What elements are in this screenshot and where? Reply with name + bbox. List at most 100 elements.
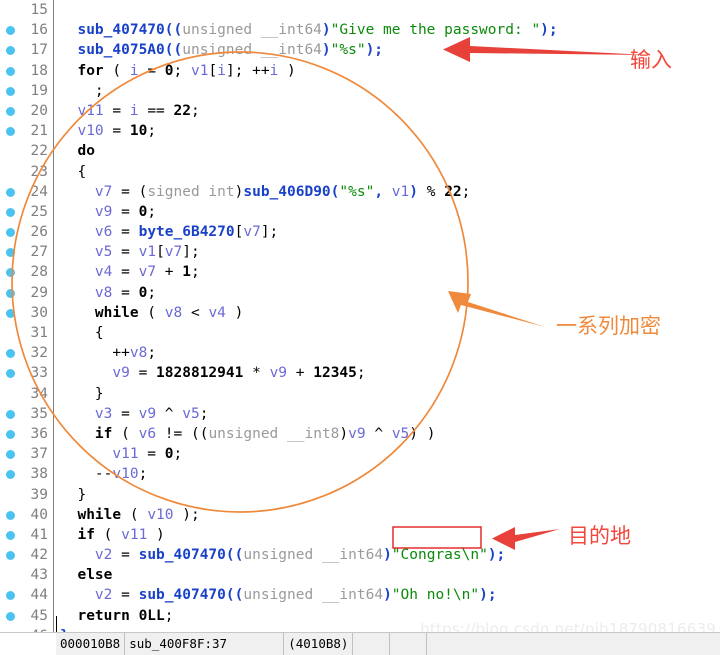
code-line[interactable]: 18 for ( i = 0; v1[i]; ++i ) bbox=[0, 61, 720, 81]
code-line[interactable]: 20 v11 = i == 22; bbox=[0, 101, 720, 121]
code-line-text: --v10; bbox=[54, 464, 147, 484]
code-line[interactable]: 38 --v10; bbox=[0, 464, 720, 484]
breakpoint-gutter-cell[interactable] bbox=[0, 404, 24, 424]
breakpoint-dot-icon[interactable] bbox=[6, 188, 15, 197]
status-address: 000010B8 bbox=[56, 633, 125, 655]
breakpoint-dot-icon[interactable] bbox=[6, 248, 15, 257]
breakpoint-dot-icon[interactable] bbox=[6, 410, 15, 419]
code-token: ) bbox=[383, 547, 392, 563]
code-token: (( bbox=[226, 547, 243, 563]
code-line[interactable]: 36 if ( v6 != ((unsigned __int8)v9 ^ v5)… bbox=[0, 424, 720, 444]
breakpoint-gutter-cell[interactable] bbox=[0, 242, 24, 262]
code-line[interactable]: 26 v6 = byte_6B4270[v7]; bbox=[0, 222, 720, 242]
code-line[interactable]: 29 v8 = 0; bbox=[0, 283, 720, 303]
breakpoint-dot-icon[interactable] bbox=[6, 268, 15, 277]
line-number: 16 bbox=[24, 20, 50, 40]
breakpoint-dot-icon[interactable] bbox=[6, 551, 15, 560]
breakpoint-dot-icon[interactable] bbox=[6, 309, 15, 318]
breakpoint-gutter-cell[interactable] bbox=[0, 606, 24, 626]
breakpoint-dot-icon[interactable] bbox=[6, 470, 15, 479]
breakpoint-gutter-cell[interactable] bbox=[0, 222, 24, 242]
breakpoint-dot-icon[interactable] bbox=[6, 208, 15, 217]
breakpoint-gutter-cell[interactable] bbox=[0, 182, 24, 202]
code-line[interactable]: 21 v10 = 10; bbox=[0, 121, 720, 141]
code-line[interactable]: 28 v4 = v7 + 1; bbox=[0, 262, 720, 282]
breakpoint-gutter-cell[interactable] bbox=[0, 0, 24, 20]
breakpoint-gutter-cell[interactable] bbox=[0, 343, 24, 363]
breakpoint-gutter-cell[interactable] bbox=[0, 585, 24, 605]
code-token: v5 bbox=[182, 406, 199, 422]
breakpoint-dot-icon[interactable] bbox=[6, 127, 15, 136]
code-line[interactable]: 44 v2 = sub_407470((unsigned __int64)"Oh… bbox=[0, 585, 720, 605]
breakpoint-dot-icon[interactable] bbox=[6, 612, 15, 621]
breakpoint-gutter-cell[interactable] bbox=[0, 363, 24, 383]
code-line[interactable]: 16 sub_407470((unsigned __int64)"Give me… bbox=[0, 20, 720, 40]
code-line[interactable]: 17 sub_4075A0((unsigned __int64)"%s"); bbox=[0, 40, 720, 60]
code-line[interactable]: 25 v9 = 0; bbox=[0, 202, 720, 222]
code-token: = bbox=[104, 123, 130, 139]
breakpoint-dot-icon[interactable] bbox=[6, 531, 15, 540]
code-token: = bbox=[112, 285, 138, 301]
code-line[interactable]: 15 bbox=[0, 0, 720, 20]
breakpoint-gutter-cell[interactable] bbox=[0, 444, 24, 464]
code-line[interactable]: 27 v5 = v1[v7]; bbox=[0, 242, 720, 262]
code-line[interactable]: 32 ++v8; bbox=[0, 343, 720, 363]
code-line[interactable]: 35 v3 = v9 ^ v5; bbox=[0, 404, 720, 424]
code-line[interactable]: 23 { bbox=[0, 162, 720, 182]
breakpoint-gutter-cell[interactable] bbox=[0, 202, 24, 222]
breakpoint-gutter-cell[interactable] bbox=[0, 262, 24, 282]
breakpoint-gutter-cell[interactable] bbox=[0, 565, 24, 585]
breakpoint-gutter-cell[interactable] bbox=[0, 40, 24, 60]
code-token: return bbox=[60, 608, 130, 624]
code-line[interactable]: 33 v9 = 1828812941 * v9 + 12345; bbox=[0, 363, 720, 383]
breakpoint-gutter-cell[interactable] bbox=[0, 525, 24, 545]
code-token: ) ) bbox=[409, 426, 435, 442]
breakpoint-dot-icon[interactable] bbox=[6, 450, 15, 459]
breakpoint-gutter-cell[interactable] bbox=[0, 303, 24, 323]
breakpoint-dot-icon[interactable] bbox=[6, 511, 15, 520]
code-token: i bbox=[217, 63, 226, 79]
code-line[interactable]: 34 } bbox=[0, 384, 720, 404]
code-token: [ bbox=[208, 63, 217, 79]
breakpoint-gutter-cell[interactable] bbox=[0, 162, 24, 182]
code-line[interactable]: 37 v11 = 0; bbox=[0, 444, 720, 464]
breakpoint-dot-icon[interactable] bbox=[6, 46, 15, 55]
line-number: 35 bbox=[24, 404, 50, 424]
breakpoint-gutter-cell[interactable] bbox=[0, 505, 24, 525]
breakpoint-gutter-cell[interactable] bbox=[0, 384, 24, 404]
code-line-text: if ( v6 != ((unsigned __int8)v9 ^ v5) ) bbox=[54, 424, 435, 444]
code-line[interactable]: 24 v7 = (signed int)sub_406D90("%s", v1)… bbox=[0, 182, 720, 202]
breakpoint-dot-icon[interactable] bbox=[6, 67, 15, 76]
breakpoint-gutter-cell[interactable] bbox=[0, 101, 24, 121]
breakpoint-gutter-cell[interactable] bbox=[0, 81, 24, 101]
breakpoint-dot-icon[interactable] bbox=[6, 289, 15, 298]
breakpoint-dot-icon[interactable] bbox=[6, 430, 15, 439]
code-token: v11 bbox=[60, 446, 139, 462]
breakpoint-dot-icon[interactable] bbox=[6, 26, 15, 35]
breakpoint-gutter-cell[interactable] bbox=[0, 61, 24, 81]
breakpoint-dot-icon[interactable] bbox=[6, 349, 15, 358]
breakpoint-gutter-cell[interactable] bbox=[0, 121, 24, 141]
code-line[interactable]: 43 else bbox=[0, 565, 720, 585]
breakpoint-dot-icon[interactable] bbox=[6, 87, 15, 96]
line-number: 26 bbox=[24, 222, 50, 242]
code-line[interactable]: 19 ; bbox=[0, 81, 720, 101]
breakpoint-gutter-cell[interactable] bbox=[0, 424, 24, 444]
code-line-text: v7 = (signed int)sub_406D90("%s", v1) % … bbox=[54, 182, 470, 202]
breakpoint-gutter-cell[interactable] bbox=[0, 20, 24, 40]
breakpoint-dot-icon[interactable] bbox=[6, 228, 15, 237]
code-line-text: v11 = 0; bbox=[54, 444, 182, 464]
breakpoint-gutter-cell[interactable] bbox=[0, 464, 24, 484]
breakpoint-dot-icon[interactable] bbox=[6, 107, 15, 116]
code-line[interactable]: 22 do bbox=[0, 141, 720, 161]
breakpoint-gutter-cell[interactable] bbox=[0, 141, 24, 161]
code-line[interactable]: 39 } bbox=[0, 485, 720, 505]
breakpoint-dot-icon[interactable] bbox=[6, 369, 15, 378]
breakpoint-gutter-cell[interactable] bbox=[0, 485, 24, 505]
breakpoint-gutter-cell[interactable] bbox=[0, 545, 24, 565]
code-token: sub_406D90 bbox=[243, 184, 330, 200]
breakpoint-dot-icon[interactable] bbox=[6, 591, 15, 600]
breakpoint-gutter-cell[interactable] bbox=[0, 283, 24, 303]
breakpoint-gutter-cell[interactable] bbox=[0, 323, 24, 343]
line-number: 21 bbox=[24, 121, 50, 141]
